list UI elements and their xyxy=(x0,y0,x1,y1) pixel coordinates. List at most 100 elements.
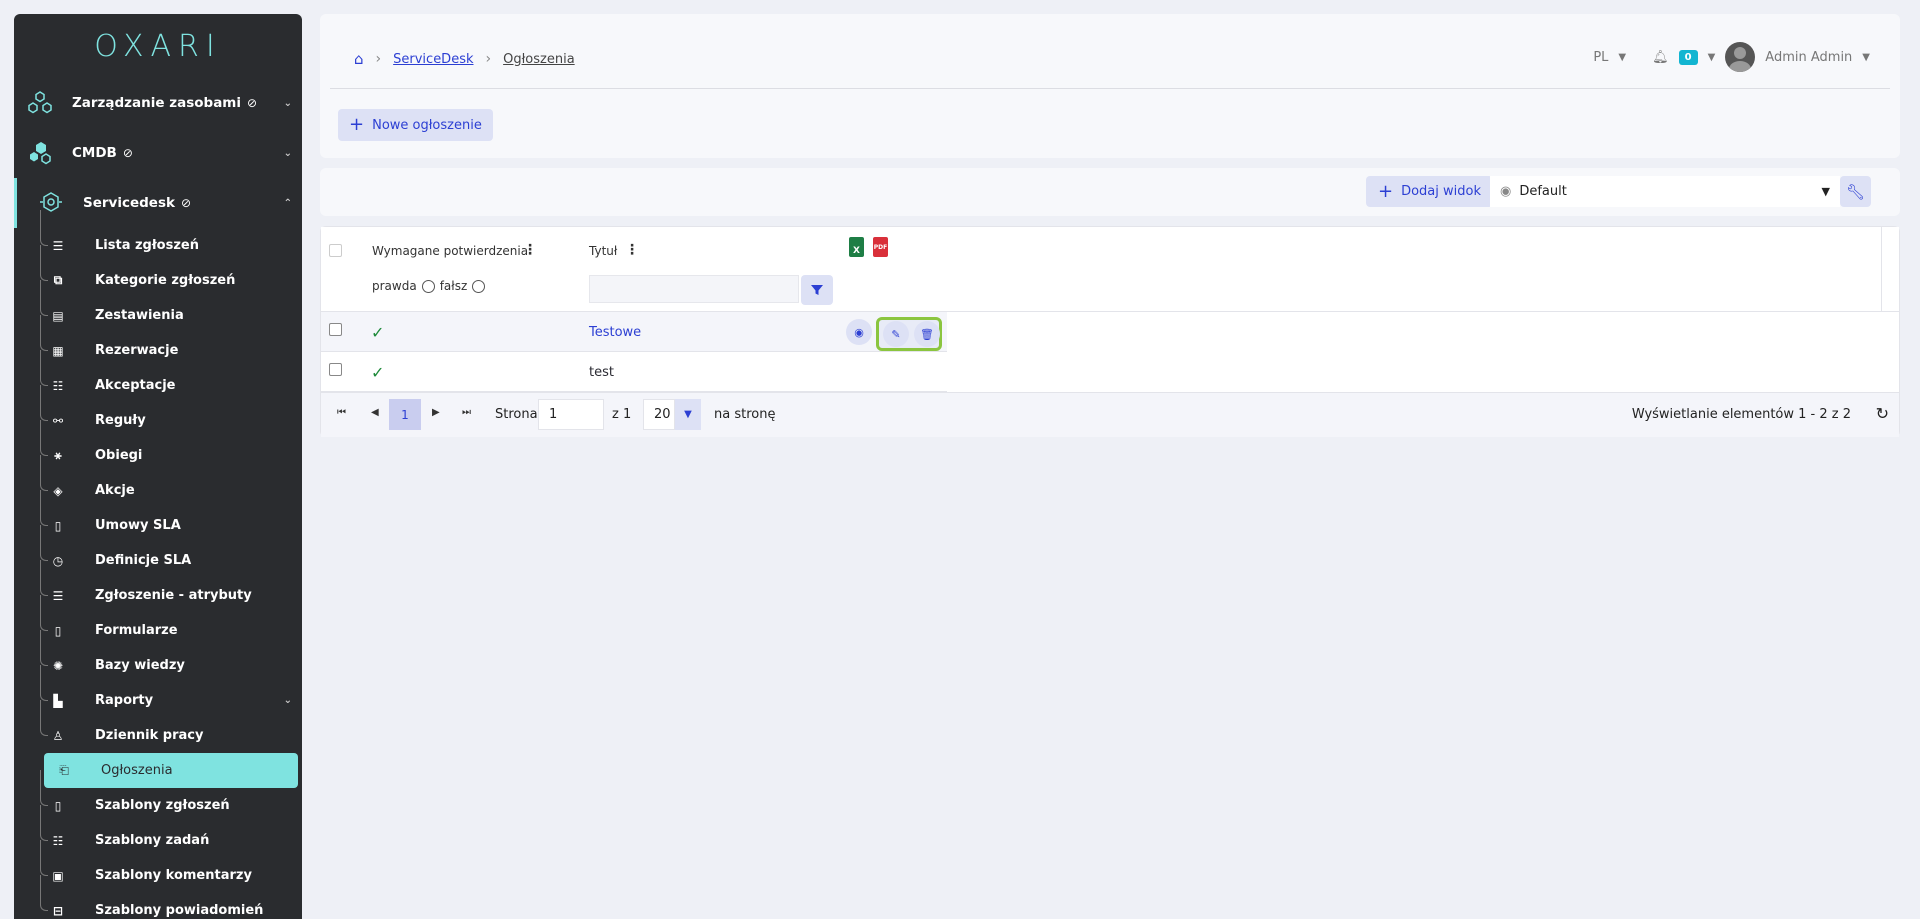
add-view-label: Dodaj widok xyxy=(1401,184,1481,199)
filter-true-radio[interactable] xyxy=(421,279,435,293)
current-page-button[interactable]: 1 xyxy=(389,399,421,430)
wrench-settings-button[interactable]: 🔧︎ xyxy=(1840,176,1871,207)
sidebar-item-sla-contracts[interactable]: ▯ Umowy SLA xyxy=(14,490,302,543)
add-view-button[interactable]: + Dodaj widok xyxy=(1366,176,1493,207)
caret-down-icon: ▼ xyxy=(1821,185,1830,198)
user-name[interactable]: Admin Admin xyxy=(1765,50,1852,65)
per-page-select[interactable]: 20 xyxy=(643,399,675,430)
sidebar-item-servicedesk[interactable]: Servicedesk ⊘ ⌃ xyxy=(14,178,302,228)
excel-export-icon[interactable]: X xyxy=(849,237,864,257)
sidebar-item-cmdb[interactable]: CMDB ⊘ ⌄ xyxy=(14,128,302,178)
caret-down-icon[interactable]: ▼ xyxy=(1618,52,1626,63)
sidebar-item-label: Definicje SLA xyxy=(95,553,192,568)
molecule-icon xyxy=(26,89,54,117)
sidebar: OXARI Zarządzanie zasobami ⊘ ⌄ CMDB ⊘ ⌄ … xyxy=(14,14,302,919)
last-page-icon[interactable]: ⏭ xyxy=(462,407,471,418)
status-icon: ⊘ xyxy=(122,146,133,160)
language-selector[interactable]: PL xyxy=(1593,50,1608,65)
sidebar-item-notification-templates[interactable]: ⊟ Szablony powiadomień xyxy=(14,875,302,919)
sidebar-item-label: Obiegi xyxy=(95,448,143,463)
highlight-frame: ✎ 🗑︎ xyxy=(876,317,942,351)
caret-down-icon[interactable]: ▼ xyxy=(1708,52,1716,63)
bell-icon[interactable]: 🔔︎ xyxy=(1652,50,1669,65)
edit-button[interactable]: ✎ xyxy=(883,321,909,347)
sidebar-item-label: Zarządzanie zasobami xyxy=(72,95,241,111)
bulb-icon: ✺ xyxy=(52,658,64,673)
chevron-up-icon: ⌃ xyxy=(283,197,292,209)
column-menu-icon[interactable]: ⋮ xyxy=(625,242,639,258)
sidebar-item-label: Servicedesk xyxy=(83,195,175,211)
sidebar-item-task-templates[interactable]: ☷ Szablony zadań xyxy=(14,805,302,858)
status-icon: ⊘ xyxy=(180,196,192,210)
home-icon[interactable]: ⌂ xyxy=(354,50,364,68)
sidebar-item-approvals[interactable]: ☷ Akceptacje xyxy=(14,350,302,403)
sidebar-item-reservations[interactable]: ▦ Rezerwacje xyxy=(14,315,302,368)
prev-page-icon[interactable]: ◀ xyxy=(371,407,379,418)
sidebar-item-reports-summary[interactable]: ▤ Zestawienia xyxy=(14,280,302,333)
trash-icon: 🗑︎ xyxy=(920,327,934,341)
sidebar-item-label: Lista zgłoszeń xyxy=(95,238,199,253)
actions-icon: ◈ xyxy=(53,483,63,498)
column-header-confirmations[interactable]: Wymagane potwierdzenia xyxy=(372,244,528,258)
sidebar-item-label: Dziennik pracy xyxy=(95,728,204,743)
app-logo[interactable]: OXARI xyxy=(14,14,302,78)
filter-false-radio[interactable] xyxy=(472,279,486,293)
sidebar-item-announcements[interactable]: ⎗ Ogłoszenia xyxy=(44,753,298,788)
caret-down-icon[interactable]: ▼ xyxy=(1862,52,1870,63)
sidebar-item-ticket-list[interactable]: ☰ Lista zgłoszeń xyxy=(14,210,302,263)
page-header: ⌂ › ServiceDesk › Ogłoszenia PL ▼ 🔔︎ 0 ▼… xyxy=(320,14,1900,158)
breadcrumb-servicedesk[interactable]: ServiceDesk xyxy=(393,52,473,67)
notification-count[interactable]: 0 xyxy=(1678,49,1698,65)
sidebar-item-forms[interactable]: ▯ Formularze xyxy=(14,595,302,648)
comment-icon: ▣ xyxy=(52,868,64,883)
row-checkbox[interactable] xyxy=(329,363,342,376)
page-label: Strona xyxy=(495,407,538,422)
chevron-right-icon: › xyxy=(375,51,382,67)
row-title[interactable]: test xyxy=(589,365,614,380)
chevron-down-icon: ⌄ xyxy=(283,695,292,706)
select-all-checkbox[interactable] xyxy=(329,244,342,257)
chevron-down-icon: ⌄ xyxy=(283,147,292,159)
table-row[interactable]: ✓ test xyxy=(321,352,947,392)
page-number-input[interactable]: 1 xyxy=(538,399,604,430)
sidebar-item-work-log[interactable]: ♙ Dziennik pracy xyxy=(14,700,302,753)
view-button[interactable]: ◉ xyxy=(846,319,872,345)
sidebar-item-knowledge-bases[interactable]: ✺ Bazy wiedzy xyxy=(14,630,302,683)
sidebar-item-ticket-categories[interactable]: ⧉ Kategorie zgłoszeń xyxy=(14,245,302,298)
filter-icon xyxy=(811,285,823,295)
sidebar-item-rules[interactable]: ⚯ Reguły xyxy=(14,385,302,438)
view-select[interactable]: ◉ Default ▼ xyxy=(1490,176,1840,207)
avatar[interactable] xyxy=(1725,42,1756,72)
sidebar-item-ticket-attributes[interactable]: ☰ Zgłoszenie - atrybuty xyxy=(14,560,302,613)
next-page-icon[interactable]: ▶ xyxy=(432,407,440,418)
sidebar-item-sla-definitions[interactable]: ◷ Definicje SLA xyxy=(14,525,302,578)
breadcrumb-current[interactable]: Ogłoszenia xyxy=(503,52,575,67)
row-checkbox[interactable] xyxy=(329,323,342,336)
pdf-export-icon[interactable]: PDF xyxy=(873,237,888,257)
table-icon: ▤ xyxy=(52,308,64,323)
refresh-icon[interactable]: ↻ xyxy=(1876,404,1889,423)
sidebar-item-comment-templates[interactable]: ▣ Szablony komentarzy xyxy=(14,840,302,893)
sidebar-item-reports[interactable]: ▙ Raporty ⌄ xyxy=(14,665,302,718)
row-title-link[interactable]: Testowe xyxy=(589,325,641,340)
column-header-title[interactable]: Tytuł xyxy=(589,244,617,258)
sidebar-item-label: Kategorie zgłoszeń xyxy=(95,273,236,288)
title-filter-input[interactable] xyxy=(589,275,799,303)
list-icon: ☰ xyxy=(52,588,64,603)
first-page-icon[interactable]: ⏮ xyxy=(337,407,346,418)
sidebar-item-ticket-templates[interactable]: ▯ Szablony zgłoszeń xyxy=(14,770,302,823)
calendar-icon: ▦ xyxy=(52,343,64,358)
sidebar-item-workflows[interactable]: ⚹ Obiegi xyxy=(14,420,302,473)
new-announcement-button[interactable]: + Nowe ogłoszenie xyxy=(338,109,493,141)
per-page-label: na stronę xyxy=(714,407,776,422)
filter-button[interactable] xyxy=(801,275,833,305)
sidebar-item-actions[interactable]: ◈ Akcje xyxy=(14,455,302,508)
column-menu-icon[interactable]: ⋮ xyxy=(523,242,537,258)
table-row[interactable]: ✓ Testowe ◉ ✎ 🗑︎ xyxy=(321,312,947,352)
caret-down-icon[interactable]: ▼ xyxy=(675,399,701,430)
check-icon: ✓ xyxy=(371,323,385,342)
delete-button[interactable]: 🗑︎ xyxy=(914,321,940,347)
user-clock-icon: ♙ xyxy=(52,728,64,743)
table-header: Wymagane potwierdzenia ⋮ Tytuł ⋮ X PDF p… xyxy=(321,227,1899,312)
sidebar-item-asset-management[interactable]: Zarządzanie zasobami ⊘ ⌄ xyxy=(14,78,302,128)
